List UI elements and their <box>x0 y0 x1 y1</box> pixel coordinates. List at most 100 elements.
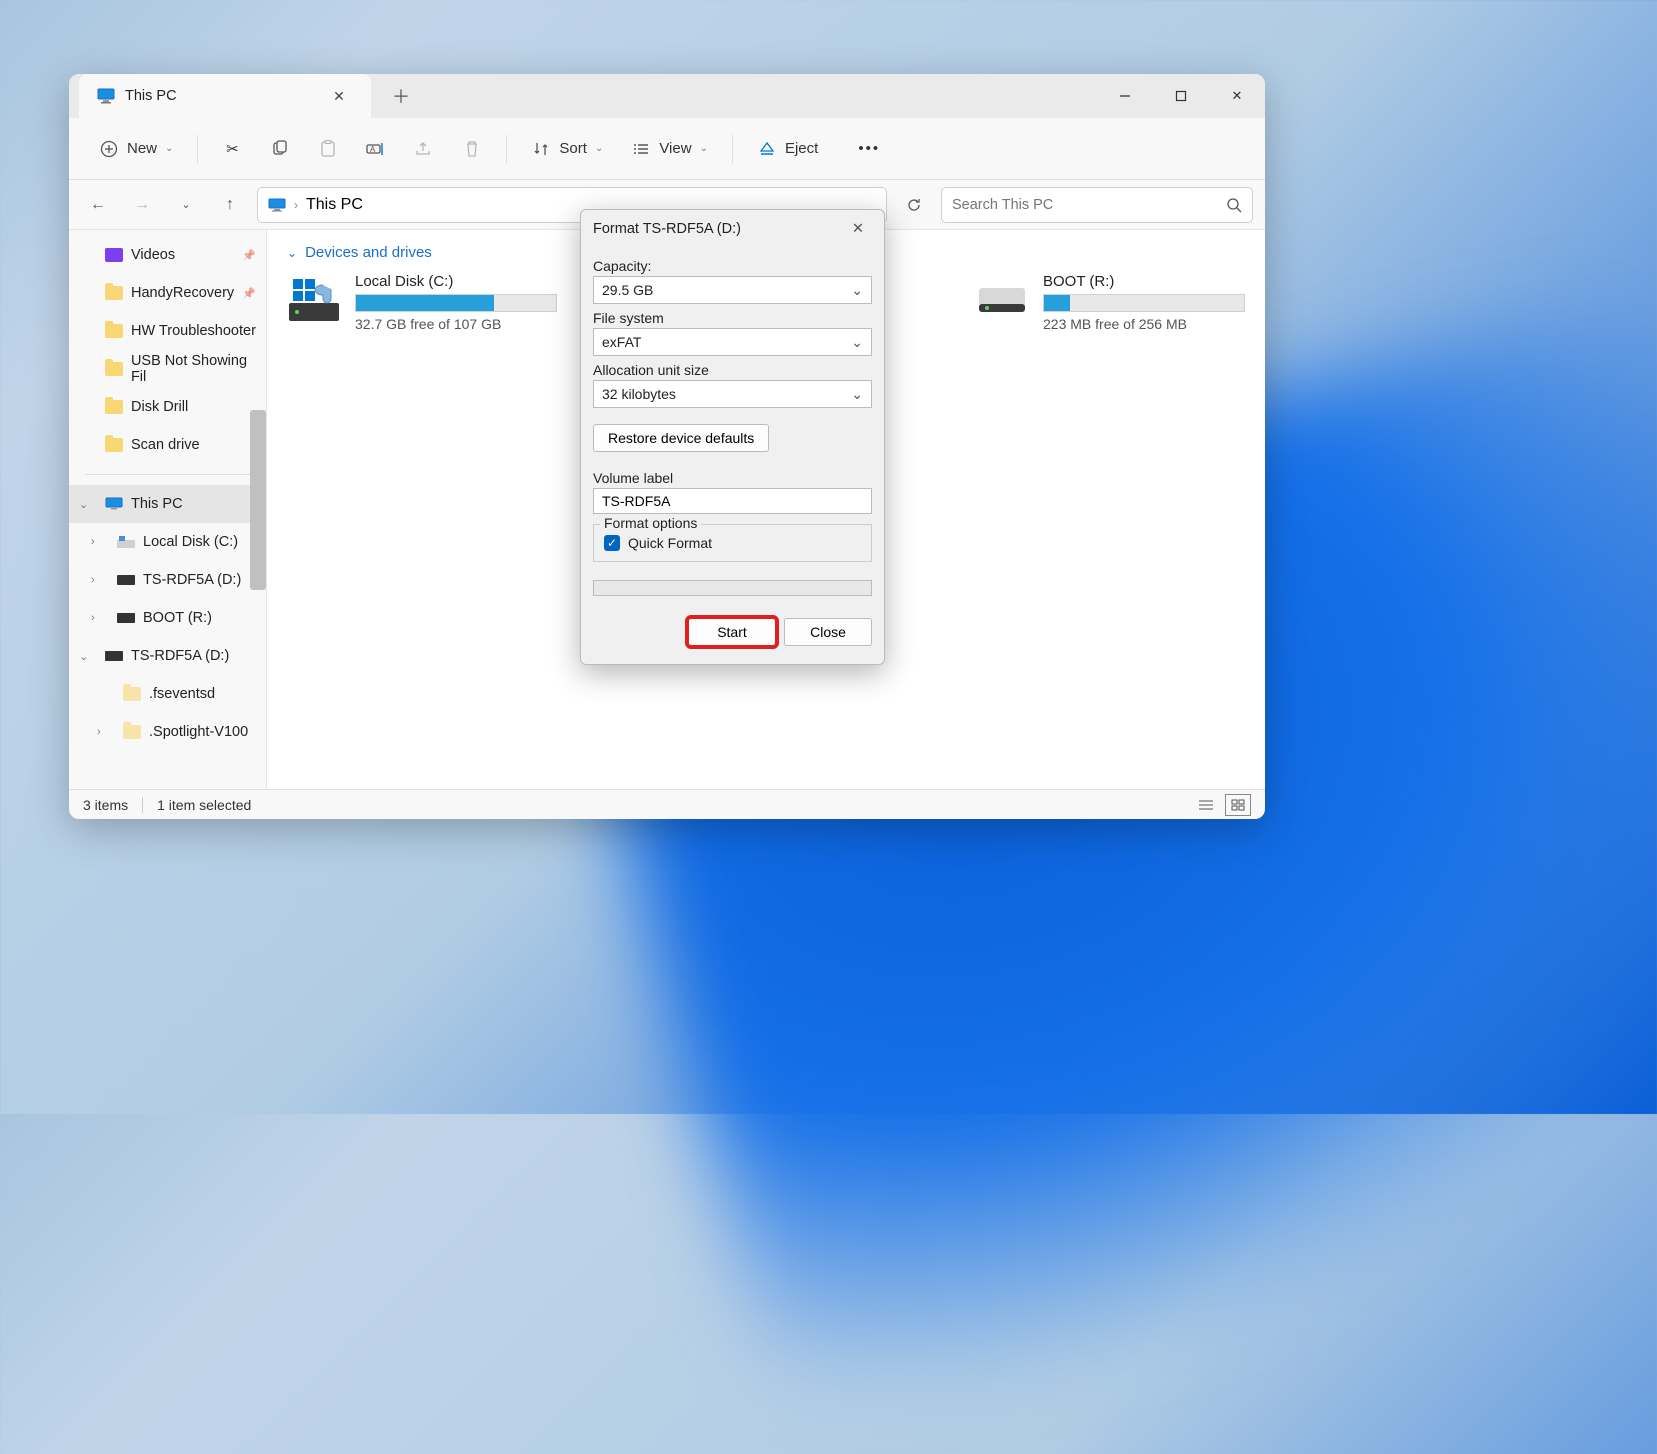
dialog-close-button[interactable]: ✕ <box>844 215 872 243</box>
tab-this-pc[interactable]: This PC ✕ <box>79 74 371 118</box>
close-window-button[interactable]: ✕ <box>1209 74 1265 118</box>
format-dialog: Format TS-RDF5A (D:) ✕ Capacity: 29.5 GB… <box>580 209 885 665</box>
format-options-fieldset: Format options Quick Format <box>593 524 872 562</box>
close-button[interactable]: Close <box>784 618 872 646</box>
chevron-down-icon: ⌄ <box>165 143 173 154</box>
folder-icon <box>123 725 141 739</box>
scissors-icon: ✂ <box>222 139 242 159</box>
dialog-title: Format TS-RDF5A (D:) <box>593 221 741 237</box>
folder-icon <box>105 438 123 452</box>
new-tab-button[interactable]: ＋ <box>381 76 421 116</box>
sidebar-item-scandrive[interactable]: Scan drive <box>69 426 266 464</box>
sidebar-item-boot[interactable]: ›BOOT (R:) <box>69 599 266 637</box>
tab-title: This PC <box>125 88 315 104</box>
sidebar-item-hwtroubleshooter[interactable]: HW Troubleshooter <box>69 312 266 350</box>
volume-label-label: Volume label <box>593 470 872 486</box>
status-selected: 1 item selected <box>157 797 251 813</box>
up-button[interactable]: ↑ <box>213 188 247 222</box>
tiles-view-button[interactable] <box>1225 794 1251 816</box>
restore-defaults-button[interactable]: Restore device defaults <box>593 424 769 452</box>
sidebar-scrollbar[interactable] <box>250 410 266 590</box>
plus-circle-icon <box>99 139 119 159</box>
clipboard-icon <box>318 139 338 159</box>
drive-boot-r[interactable]: BOOT (R:) 223 MB free of 256 MB <box>975 273 1245 332</box>
rename-icon: A <box>366 139 386 159</box>
search-input[interactable] <box>952 197 1226 213</box>
minimize-button[interactable] <box>1097 74 1153 118</box>
rename-button[interactable]: A <box>354 130 398 168</box>
chevron-right-icon: › <box>294 198 298 212</box>
dialog-titlebar: Format TS-RDF5A (D:) ✕ <box>581 210 884 248</box>
search-box[interactable] <box>941 187 1253 223</box>
paste-button[interactable] <box>306 130 350 168</box>
eject-icon <box>757 139 777 159</box>
monitor-icon <box>105 497 123 511</box>
external-drive-icon <box>975 273 1029 327</box>
quick-format-checkbox[interactable]: Quick Format <box>604 535 861 551</box>
tab-close-button[interactable]: ✕ <box>325 82 353 110</box>
sidebar-item-localdisk[interactable]: ›Local Disk (C:) <box>69 523 266 561</box>
drive-free-text: 223 MB free of 256 MB <box>1043 316 1245 332</box>
view-button[interactable]: View ⌄ <box>619 130 720 168</box>
sort-button[interactable]: Sort ⌄ <box>519 130 615 168</box>
delete-button[interactable] <box>450 130 494 168</box>
ellipsis-icon: ••• <box>858 140 880 157</box>
chevron-down-icon: ⌄ <box>700 143 708 154</box>
status-items: 3 items <box>83 797 128 813</box>
chevron-down-icon: ⌄ <box>595 143 603 154</box>
sidebar-item-handyrecovery[interactable]: HandyRecovery <box>69 274 266 312</box>
drive-local-disk-c[interactable]: Local Disk (C:) 32.7 GB free of 107 GB <box>287 273 557 332</box>
drive-icon <box>117 575 135 585</box>
chevron-right-icon: › <box>97 726 101 738</box>
drive-name: Local Disk (C:) <box>355 273 557 290</box>
capacity-select[interactable]: 29.5 GB <box>593 276 872 304</box>
details-view-button[interactable] <box>1193 794 1219 816</box>
filesystem-select[interactable]: exFAT <box>593 328 872 356</box>
status-bar: 3 items 1 item selected <box>69 789 1265 819</box>
capacity-label: Capacity: <box>593 258 872 274</box>
eject-button[interactable]: Eject <box>745 130 830 168</box>
chevron-down-icon: ⌄ <box>79 650 88 663</box>
more-button[interactable]: ••• <box>846 130 892 168</box>
breadcrumb-location[interactable]: This PC <box>306 196 363 214</box>
sidebar-item-videos[interactable]: Videos <box>69 236 266 274</box>
maximize-button[interactable] <box>1153 74 1209 118</box>
new-button[interactable]: New ⌄ <box>87 130 185 168</box>
folder-icon <box>123 687 141 701</box>
chevron-down-icon: ⌄ <box>79 498 88 511</box>
forward-button[interactable]: → <box>125 188 159 222</box>
sidebar-item-thispc[interactable]: ⌄This PC <box>69 485 266 523</box>
sidebar-item-usbnotshowing[interactable]: USB Not Showing Fil <box>69 350 266 388</box>
copy-button[interactable] <box>258 130 302 168</box>
view-icon <box>631 139 651 159</box>
toolbar: New ⌄ ✂ A Sort ⌄ View ⌄ Eject ••• <box>69 118 1265 180</box>
storage-bar <box>1043 294 1245 312</box>
sidebar-item-tsrdf5a-expanded[interactable]: ⌄TS-RDF5A (D:) <box>69 637 266 675</box>
allocation-select[interactable]: 32 kilobytes <box>593 380 872 408</box>
sidebar-item-tsrdf5a[interactable]: ›TS-RDF5A (D:) <box>69 561 266 599</box>
filesystem-label: File system <box>593 310 872 326</box>
recent-button[interactable]: ⌄ <box>169 188 203 222</box>
drive-free-text: 32.7 GB free of 107 GB <box>355 316 557 332</box>
chevron-right-icon: › <box>91 612 95 624</box>
sidebar-item-fseventsd[interactable]: .fseventsd <box>69 675 266 713</box>
back-button[interactable]: ← <box>81 188 115 222</box>
copy-icon <box>270 139 290 159</box>
allocation-label: Allocation unit size <box>593 362 872 378</box>
trash-icon <box>462 139 482 159</box>
svg-text:A: A <box>370 145 376 154</box>
cut-button[interactable]: ✂ <box>210 130 254 168</box>
share-button[interactable] <box>402 130 446 168</box>
drive-icon <box>117 613 135 623</box>
search-icon <box>1226 197 1242 213</box>
drive-icon <box>117 536 135 548</box>
folder-icon <box>105 362 123 376</box>
refresh-button[interactable] <box>897 188 931 222</box>
sidebar-item-diskdrill[interactable]: Disk Drill <box>69 388 266 426</box>
folder-icon <box>105 324 123 338</box>
sidebar-item-spotlight[interactable]: ›.Spotlight-V100 <box>69 713 266 751</box>
volume-label-input[interactable] <box>593 488 872 514</box>
monitor-icon <box>268 198 286 212</box>
start-button[interactable]: Start <box>688 618 776 646</box>
videos-icon <box>105 248 123 262</box>
